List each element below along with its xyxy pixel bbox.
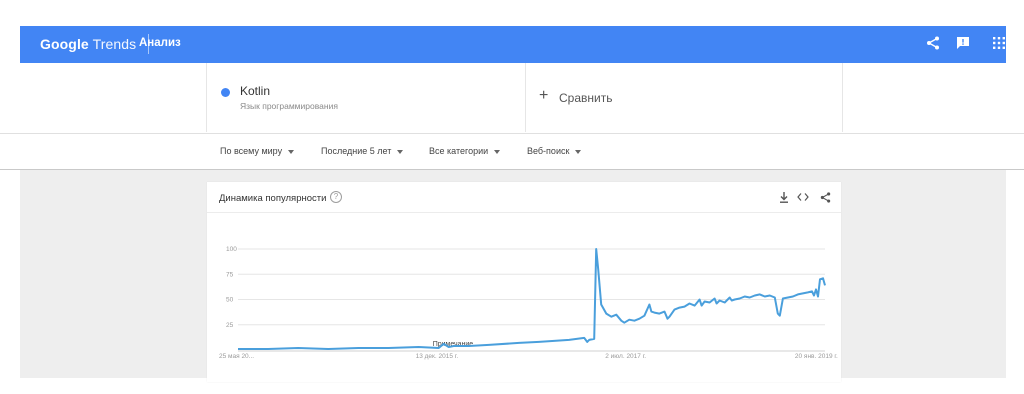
x-tick-label: 20 янв. 2019 г. [795, 353, 838, 360]
apps-icon[interactable] [993, 36, 1009, 52]
x-tick-label: 25 мая 20... [219, 353, 254, 360]
compare-button[interactable]: + Сравнить [525, 63, 843, 132]
category-filter-label: Все категории [429, 146, 489, 156]
category-filter[interactable]: Все категории [429, 146, 501, 156]
plus-icon: + [539, 87, 549, 104]
brand-logo[interactable]: Google Trends [40, 36, 136, 52]
share-icon[interactable] [926, 36, 942, 52]
feedback-icon[interactable] [956, 36, 972, 52]
term-name: Kotlin [240, 84, 271, 98]
region-filter[interactable]: По всему миру [220, 146, 295, 156]
y-tick-label: 100 [226, 246, 237, 253]
section-title: Анализ [139, 37, 181, 49]
region-filter-label: По всему миру [220, 146, 283, 156]
terms-row: Kotlin Язык программирования + Сравнить [0, 63, 1024, 134]
x-tick-label: 13 дек. 2015 г. [416, 353, 459, 360]
period-filter-label: Последние 5 лет [321, 146, 392, 156]
brand-trends: Trends [92, 36, 137, 52]
menu-icon[interactable] [14, 39, 22, 49]
chevron-down-icon [288, 149, 295, 154]
y-tick-label: 75 [226, 271, 234, 278]
x-tick-label: 2 июл. 2017 г. [605, 353, 646, 360]
search-type-filter[interactable]: Веб-поиск [527, 146, 582, 156]
term-color-dot [221, 88, 230, 97]
y-tick-label: 25 [226, 322, 234, 329]
period-filter[interactable]: Последние 5 лет [321, 146, 404, 156]
chevron-down-icon [397, 149, 404, 154]
y-tick-label: 50 [226, 297, 234, 304]
chevron-down-icon [494, 149, 501, 154]
term-category: Язык программирования [240, 101, 338, 111]
search-type-filter-label: Веб-поиск [527, 146, 570, 156]
header-bar: Google Trends Анализ [14, 26, 1009, 63]
trend-chart: 100 75 50 25 25 мая 20... 13 дек. 2015 г. 2 и… [219, 246, 838, 360]
compare-label: Сравнить [559, 91, 613, 105]
interest-over-time-card: Динамика популярности ? 100 75 50 25 25 мая… [207, 182, 841, 382]
chevron-down-icon [575, 149, 582, 154]
filters-bar: По всему миру Последние 5 лет Все катего… [0, 134, 1024, 170]
search-term-card[interactable]: Kotlin Язык программирования [206, 63, 526, 132]
brand-google: Google [40, 36, 89, 52]
